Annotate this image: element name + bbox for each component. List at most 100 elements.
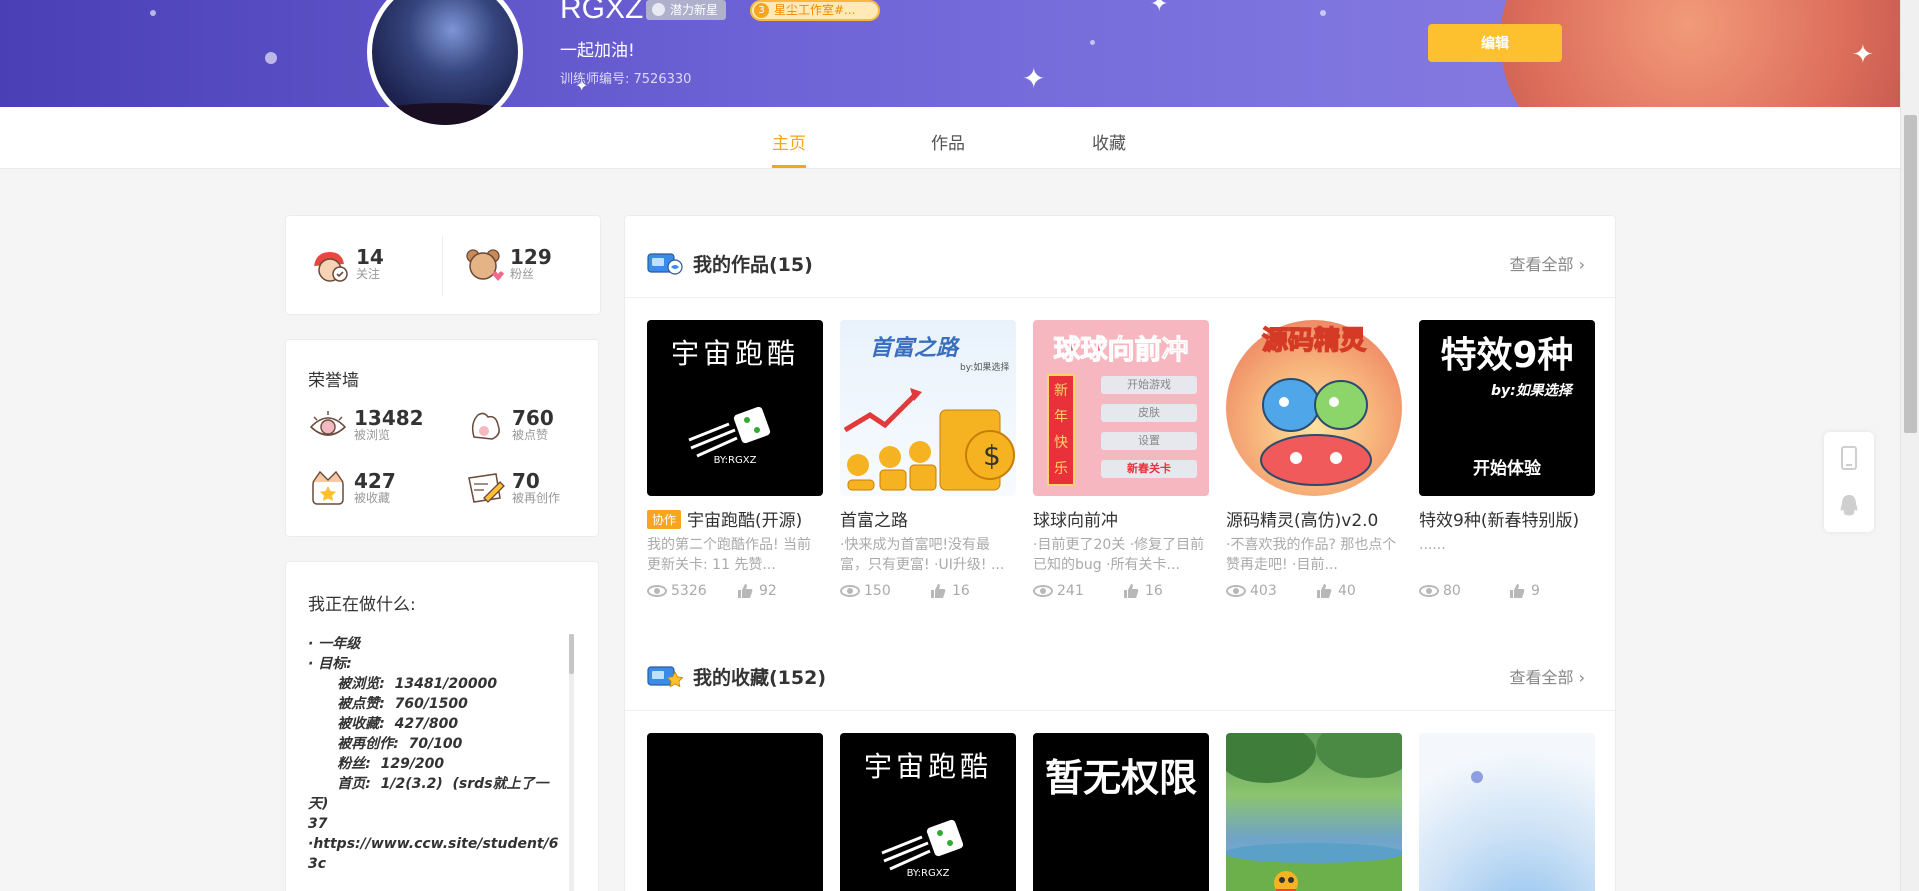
favorite-thumbnail[interactable] (647, 733, 823, 891)
qq-icon[interactable] (1839, 494, 1859, 518)
following-icon (310, 244, 350, 284)
work-card[interactable]: 宇宙跑酷 BY:RGXZ 协作 宇宙跑酷(开源) 我的第二个跑酷作品! 当前更新关… (647, 320, 823, 599)
thumbs-up-icon[interactable] (1123, 583, 1139, 599)
view-count: 403 (1250, 583, 1277, 599)
tab-works[interactable]: 作品 (931, 129, 965, 154)
work-thumbnail[interactable]: 宇宙跑酷 BY:RGXZ (647, 320, 823, 496)
thumb-button: 新春关卡 (1101, 460, 1197, 478)
works-section-title: 我的作品(15) (693, 253, 813, 276)
doing-line: 被点赞: 760/1500 (308, 696, 468, 712)
work-title[interactable]: 宇宙跑酷(开源) (687, 511, 802, 531)
doing-scrollbar[interactable] (569, 634, 574, 891)
edit-profile-button[interactable]: 编辑 (1428, 24, 1562, 62)
work-thumbnail[interactable]: 特效9种 by:如果选择 开始体验 (1419, 320, 1595, 496)
doing-line: ·https://www.ccw.site/student/63c (308, 836, 559, 872)
work-title[interactable]: 首富之路 (840, 511, 908, 531)
thumb-title-text: 首富之路 (870, 336, 959, 361)
favs-stat: 427 被收藏 (308, 468, 396, 508)
work-card[interactable]: 球球向前冲 新年快乐 开始游戏 皮肤 设置 新春关卡 球球向前冲 ·目前更了20… (1033, 320, 1209, 599)
like-count: 92 (759, 583, 777, 599)
views-stat: 13482 被浏览 (308, 405, 424, 445)
work-description: ·快来成为首富吧!没有最富，只有更富! ·UI升级! ... (840, 537, 1005, 573)
banner-char: 乐 (1054, 461, 1068, 477)
fans-stat[interactable]: 129 粉丝 (464, 244, 552, 284)
doing-line: 粉丝: 129/200 (308, 756, 445, 772)
tab-home[interactable]: 主页 (772, 129, 806, 168)
trainer-id: 训练师编号: 7526330 (560, 72, 692, 87)
eye-icon (308, 405, 348, 445)
doing-line: 被收藏: 427/800 (308, 716, 459, 732)
favorite-box-icon (308, 468, 348, 508)
favorite-card[interactable] (1226, 733, 1402, 891)
like-count: 16 (952, 583, 970, 599)
favorite-thumbnail[interactable]: 宇宙跑酷 BY:RGXZ (840, 733, 1016, 891)
rising-star-badge[interactable]: 潜力新星 (646, 0, 727, 20)
work-title[interactable]: 源码精灵(高仿)v2.0 (1226, 511, 1378, 531)
sparkle-icon: ✦ (1150, 0, 1169, 17)
thumb-button: 开始游戏 (1101, 376, 1197, 394)
views-count: 13482 (354, 406, 424, 430)
fans-label: 粉丝 (510, 267, 535, 281)
doing-line: · 目标: (308, 656, 352, 672)
work-description: 我的第二个跑酷作品! 当前更新关卡: 11 先赞... (647, 537, 812, 573)
divider (625, 710, 1615, 711)
favorites-section-title: 我的收藏(152) (693, 666, 827, 689)
work-card[interactable]: 源码精灵 源码精灵(高仿)v2.0 ·不喜欢我的作品? 那也点个赞再走吧! ·目… (1226, 320, 1402, 599)
work-description: ·不喜欢我的作品? 那也点个赞再走吧! ·目前... (1226, 537, 1397, 573)
floating-toolbar (1824, 432, 1874, 532)
view-count: 80 (1443, 583, 1461, 599)
sparkle-icon: ✦ (1022, 62, 1046, 95)
works-view-all-link[interactable]: 查看全部 › (1509, 251, 1585, 275)
dice-icon (688, 406, 771, 458)
following-stat[interactable]: 14 关注 (310, 244, 384, 284)
mobile-icon[interactable] (1840, 446, 1858, 470)
thumb-title-text: 宇宙跑酷 (670, 337, 799, 370)
work-title[interactable]: 球球向前冲 (1033, 511, 1118, 531)
favorite-thumbnail[interactable] (1226, 733, 1402, 891)
eye-icon (1226, 585, 1246, 597)
scrollbar-thumb[interactable] (1904, 115, 1917, 433)
main-content-card: 我的作品(15) 查看全部 › 宇宙跑酷 BY:RGXZ 协作 宇宙跑酷(开源) … (624, 215, 1616, 891)
favorites-view-all-link[interactable]: 查看全部 › (1509, 664, 1585, 688)
thumb-button: 皮肤 (1101, 404, 1197, 422)
work-title[interactable]: 特效9种(新春特别版) (1419, 511, 1579, 531)
studio-badge[interactable]: 星尘工作室#... (750, 0, 880, 21)
favorite-card[interactable] (647, 733, 823, 891)
work-description: ...... (1419, 537, 1446, 553)
forest-illustration (1226, 733, 1402, 891)
doing-text[interactable]: · 一年级 · 目标: 被浏览: 13481/20000 被点赞: 760/15… (308, 634, 563, 891)
following-label: 关注 (356, 267, 381, 281)
favorite-card[interactable] (1419, 733, 1595, 891)
doing-line: · 一年级 (308, 636, 361, 652)
favorite-card[interactable]: 暂无权限 (1033, 733, 1209, 891)
remix-stat: 70 被再创作 (466, 468, 560, 508)
thumbs-up-icon[interactable] (930, 583, 946, 599)
chevron-right-icon: › (1578, 668, 1585, 687)
banner-char: 快 (1054, 435, 1068, 451)
tab-favorites[interactable]: 收藏 (1092, 129, 1126, 154)
avatar[interactable] (367, 0, 523, 130)
work-thumbnail[interactable]: 球球向前冲 新年快乐 开始游戏 皮肤 设置 新春关卡 (1033, 320, 1209, 496)
thumb-title-text: 暂无权限 (1044, 756, 1197, 800)
doing-title: 我正在做什么: (308, 595, 416, 615)
thumb-author: BY:RGXZ (906, 868, 950, 879)
profile-header: ✦ ✦ ✦ ✦ RGXZ 潜力新星 星尘工作室#... 一起加油! 训练师编号:… (0, 0, 1900, 107)
eye-icon (1033, 585, 1053, 597)
favorite-thumbnail[interactable] (1419, 733, 1595, 891)
like-count: 16 (1145, 583, 1163, 599)
page-scrollbar[interactable] (1900, 0, 1919, 891)
work-card[interactable]: 特效9种 by:如果选择 开始体验 特效9种(新春特别版) ...... 80 … (1419, 320, 1595, 599)
favorite-thumbnail[interactable]: 暂无权限 (1033, 733, 1209, 891)
favs-count: 427 (354, 469, 396, 493)
favorite-card[interactable]: 宇宙跑酷 BY:RGXZ (840, 733, 1016, 891)
star-dot (265, 52, 277, 64)
thumbs-up-icon[interactable] (1316, 583, 1332, 599)
remix-icon (466, 468, 506, 508)
profile-slogan: 一起加油! (560, 41, 635, 61)
thumbs-up-icon[interactable] (737, 583, 753, 599)
doing-line: 被再创作: 70/100 (308, 736, 463, 752)
work-card[interactable]: 首富之路 by:如果选择 $ 首富之路 ·快来成为首富吧!没有最富，只有更富! … (840, 320, 1016, 599)
thumbs-up-icon[interactable] (1509, 583, 1525, 599)
work-thumbnail[interactable]: 源码精灵 (1226, 320, 1402, 496)
work-thumbnail[interactable]: 首富之路 by:如果选择 $ (840, 320, 1016, 496)
